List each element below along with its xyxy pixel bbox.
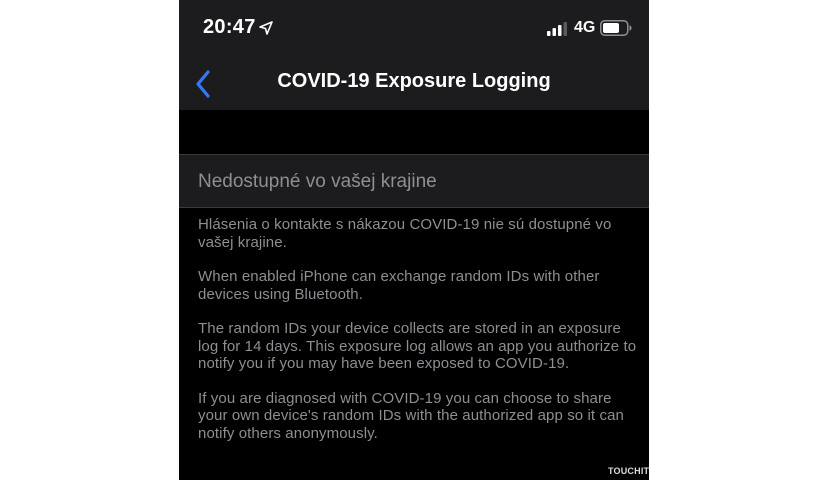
description-text: Hlásenia o kontakte s nákazou COVID-19 n… <box>198 216 638 459</box>
battery-icon <box>600 20 632 36</box>
page-title: COVID-19 Exposure Logging <box>277 70 551 92</box>
section-header: Nedostupné vo vašej krajine <box>179 154 649 208</box>
paragraph-bluetooth: When enabled iPhone can exchange random … <box>198 268 600 303</box>
cellular-signal-icon <box>547 22 567 36</box>
network-type-label: 4G <box>574 19 596 36</box>
status-bar: 20:47 4G <box>179 0 649 58</box>
paragraph-unavailable: Hlásenia o kontakte s nákazou COVID-19 n… <box>198 216 612 251</box>
status-time: 20:47 <box>203 16 256 38</box>
watermark-logo: TOUCHIT <box>608 466 650 476</box>
navigation-bar: COVID-19 Exposure Logging <box>179 58 649 110</box>
section-header-label: Nedostupné vo vašej krajine <box>198 171 437 192</box>
phone-screen: 20:47 4G COVID-19 Exposure Logging Nedos… <box>179 0 649 480</box>
chevron-left-icon <box>196 70 210 98</box>
back-button[interactable] <box>185 66 221 102</box>
paragraph-exposure-log: The random IDs your device collects are … <box>198 320 637 372</box>
paragraph-diagnosis: If you are diagnosed with COVID-19 you c… <box>198 389 624 442</box>
location-arrow-icon <box>259 21 273 35</box>
